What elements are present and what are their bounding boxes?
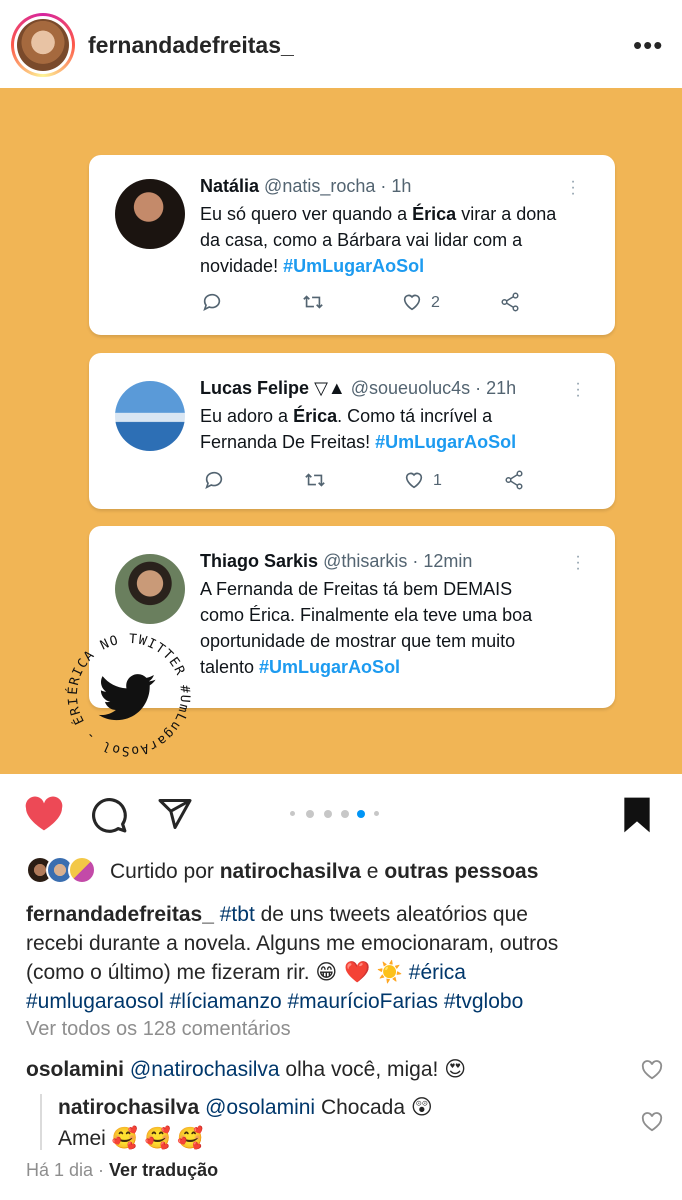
liked-by-row[interactable]: Curtido por natirochasilva e outras pess… [26,856,666,886]
tweet-more-icon: · · · [570,173,576,202]
post-caption: fernandadefreitas_ #tbt de uns tweets al… [26,900,666,1016]
post-username[interactable]: fernandadefreitas_ [88,32,294,59]
reply-icon [203,469,225,491]
comment-item: osolamini @natirochasilva olha você, mig… [26,1057,467,1081]
tweet-author: Thiago Sarkis @thisarkis · 12min [200,551,473,571]
more-options-icon[interactable]: ••• [633,32,663,58]
tweet-hashtag: #UmLugarAoSol [375,432,517,452]
retweet-icon [303,469,327,491]
view-all-comments-link[interactable]: Ver todos os 128 comentários [26,1018,291,1041]
tweet-text: Eu adoro a Érica. Como tá incrível a Fer… [200,406,517,452]
save-bookmark-icon[interactable] [620,796,654,834]
comment-like-icon[interactable] [641,1060,663,1080]
post-timestamp: Há 1 dia [26,1160,94,1180]
tweet-avatar [115,554,185,624]
tweet-text: A Fernanda de Freitas tá bem DEMAIS como… [200,579,533,677]
tweet-author: Natália @natis_rocha · 1h [200,176,412,196]
tweet-text: Eu só quero ver quando a Érica virar a d… [200,204,557,276]
likes-others[interactable]: outras pessoas [384,860,538,883]
comment-icon[interactable] [90,796,128,834]
like-icon: 1 [403,469,442,491]
reply-icon [201,291,223,313]
post-header: fernandadefreitas_ ••• [0,0,682,88]
tweet-author: Lucas Felipe ▽▲ @soueuoluc4s · 21h [200,378,517,398]
like-icon: 2 [401,291,440,313]
reply-mention[interactable]: @osolamini [205,1096,315,1119]
tweet-hashtag: #UmLugarAoSol [259,657,401,677]
tweet-more-icon: · · · [575,375,581,404]
caption-emojis: 😁 ❤️ ☀️ [315,960,403,984]
caption-hashtags[interactable]: #umlugaraosol #líciamanzo #maurícioFaria… [26,987,666,1016]
tweet-card: Natália @natis_rocha · 1h · · · Eu só quer… [89,155,615,335]
like-heart-icon[interactable] [24,796,64,832]
profile-avatar[interactable] [11,13,75,77]
tweet-avatar [115,381,185,451]
retweet-icon [301,291,325,313]
reply-item: natirochasilva @osolamini Chocada 😲 Amei… [58,1095,433,1150]
tweet-hashtag: #UmLugarAoSol [283,256,425,276]
comment-mention[interactable]: @natirochasilva [130,1058,280,1081]
see-translation-link[interactable]: Ver tradução [109,1160,218,1180]
share-icon [499,291,521,313]
tweet-more-icon: · · · [575,548,581,577]
tweet-avatar [115,179,185,249]
tweet-actions: 2 [201,291,521,315]
comment-username[interactable]: osolamini [26,1058,124,1081]
hashtag-erica[interactable]: #érica [409,961,466,984]
reply-thread-line [40,1094,42,1150]
reply-username[interactable]: natirochasilva [58,1096,199,1119]
share-send-icon[interactable] [156,796,194,832]
reply-like-icon[interactable] [641,1112,663,1132]
liker-username[interactable]: natirochasilva [220,860,361,883]
post-footer: Há 1 dia · Ver tradução [26,1160,219,1180]
tweet-actions: 1 [203,469,523,493]
post-image[interactable]: Natália @natis_rocha · 1h · · · Eu só quer… [0,88,682,774]
hashtag-tbt[interactable]: #tbt [220,903,255,926]
liker-avatar [68,856,96,884]
twitter-badge: ÉRICA NO TWITTER #UmLugarAoSol - ÉRICA N… [62,628,191,758]
caption-username[interactable]: fernandadefreitas_ [26,903,214,926]
share-icon [503,469,525,491]
tweet-card: Lucas Felipe ▽▲ @soueuoluc4s · 21h · · · E… [89,353,615,509]
